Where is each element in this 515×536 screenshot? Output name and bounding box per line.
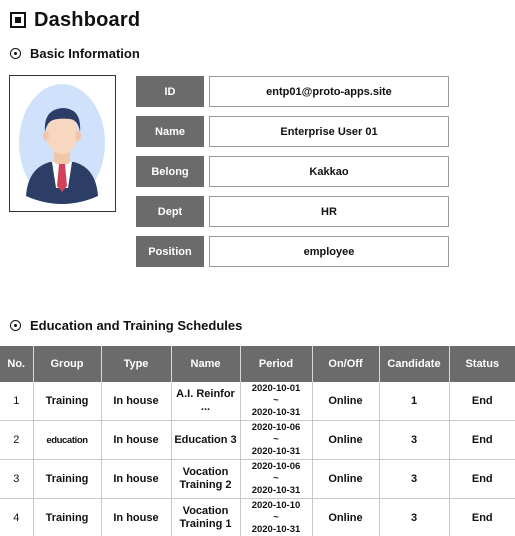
cell-period: 2020-10-06 ~ 2020-10-31: [240, 459, 313, 499]
info-label: Belong: [136, 156, 204, 187]
period-start: 2020-10-10: [251, 500, 301, 511]
cell-status: End: [449, 382, 515, 421]
schedules-heading: Education and Training Schedules: [10, 318, 242, 333]
cell-name: Vocation Training 2: [171, 459, 241, 499]
info-row-dept: Dept HR: [136, 196, 449, 227]
square-icon: [10, 12, 26, 28]
cell-group: education: [33, 420, 102, 460]
table-row[interactable]: 3 Training In house Vocation Training 2 …: [0, 459, 515, 499]
info-label: Name: [136, 116, 204, 147]
period-end: 2020-10-31: [251, 446, 301, 457]
cell-no: 2: [0, 420, 34, 460]
page-title: Dashboard: [10, 6, 140, 34]
table-row[interactable]: 1 Training In house A.I. Reinfor ... 202…: [0, 382, 515, 421]
cell-name: Education 3: [171, 420, 241, 460]
user-avatar-icon: [19, 84, 105, 204]
cell-no: 3: [0, 459, 34, 499]
period-end: 2020-10-31: [251, 524, 301, 535]
column-header: Name: [171, 346, 241, 382]
info-label: Position: [136, 236, 204, 267]
cell-candidate: 3: [379, 498, 450, 536]
info-value: employee: [209, 236, 449, 267]
info-row-id: ID entp01@proto-apps.site: [136, 76, 449, 107]
cell-onoff: Online: [312, 382, 380, 421]
period-start: 2020-10-01: [251, 383, 301, 394]
period-separator: ~: [273, 434, 279, 445]
cell-type: In house: [101, 382, 172, 421]
cell-type: In house: [101, 420, 172, 460]
column-header: Period: [240, 346, 313, 382]
cell-type: In house: [101, 459, 172, 499]
period-separator: ~: [273, 512, 279, 523]
column-header: No.: [0, 346, 34, 382]
cell-candidate: 1: [379, 382, 450, 421]
period-start: 2020-10-06: [251, 461, 301, 472]
info-value: HR: [209, 196, 449, 227]
column-header: Group: [33, 346, 102, 382]
info-value: Enterprise User 01: [209, 116, 449, 147]
cell-group: Training: [33, 459, 102, 499]
cell-group: Training: [33, 382, 102, 421]
schedules-title: Education and Training Schedules: [30, 318, 243, 333]
avatar: [9, 75, 116, 212]
cell-candidate: 3: [379, 459, 450, 499]
info-row-belong: Belong Kakkao: [136, 156, 449, 187]
column-header: Type: [101, 346, 172, 382]
cell-group: Training: [33, 498, 102, 536]
cell-status: End: [449, 420, 515, 460]
column-header: Status: [449, 346, 515, 382]
info-row-name: Name Enterprise User 01: [136, 116, 449, 147]
cell-status: End: [449, 459, 515, 499]
cell-status: End: [449, 498, 515, 536]
table-row[interactable]: 4 Training In house Vocation Training 1 …: [0, 498, 515, 536]
cell-name: Vocation Training 1: [171, 498, 241, 536]
period-end: 2020-10-31: [251, 407, 301, 418]
cell-no: 1: [0, 382, 34, 421]
basic-info-heading: Basic Information: [10, 46, 140, 61]
info-label: Dept: [136, 196, 204, 227]
cell-period: 2020-10-06 ~ 2020-10-31: [240, 420, 313, 460]
table-row[interactable]: 2 education In house Education 3 2020-10…: [0, 420, 515, 460]
info-row-position: Position employee: [136, 236, 449, 267]
info-value: entp01@proto-apps.site: [209, 76, 449, 107]
column-header: On/Off: [312, 346, 380, 382]
period-separator: ~: [273, 395, 279, 406]
cell-type: In house: [101, 498, 172, 536]
period-separator: ~: [273, 473, 279, 484]
cell-candidate: 3: [379, 420, 450, 460]
period-end: 2020-10-31: [251, 485, 301, 496]
cell-name: A.I. Reinfor ...: [171, 382, 241, 421]
dashboard-page: Dashboard Basic Information ID entp01@pr: [0, 0, 515, 536]
basic-info-title: Basic Information: [30, 46, 140, 61]
page-title-text: Dashboard: [34, 8, 141, 31]
info-label: ID: [136, 76, 204, 107]
schedule-table: No. Group Type Name Period On/Off Candid…: [0, 346, 515, 536]
table-header-row: No. Group Type Name Period On/Off Candid…: [0, 346, 515, 382]
cell-period: 2020-10-10 ~ 2020-10-31: [240, 498, 313, 536]
period-start: 2020-10-06: [251, 422, 301, 433]
info-value: Kakkao: [209, 156, 449, 187]
circle-bullet-icon: [10, 48, 21, 59]
cell-period: 2020-10-01 ~ 2020-10-31: [240, 382, 313, 421]
cell-no: 4: [0, 498, 34, 536]
column-header: Candidate: [379, 346, 450, 382]
cell-onoff: Online: [312, 459, 380, 499]
cell-onoff: Online: [312, 498, 380, 536]
cell-onoff: Online: [312, 420, 380, 460]
circle-bullet-icon: [10, 320, 21, 331]
